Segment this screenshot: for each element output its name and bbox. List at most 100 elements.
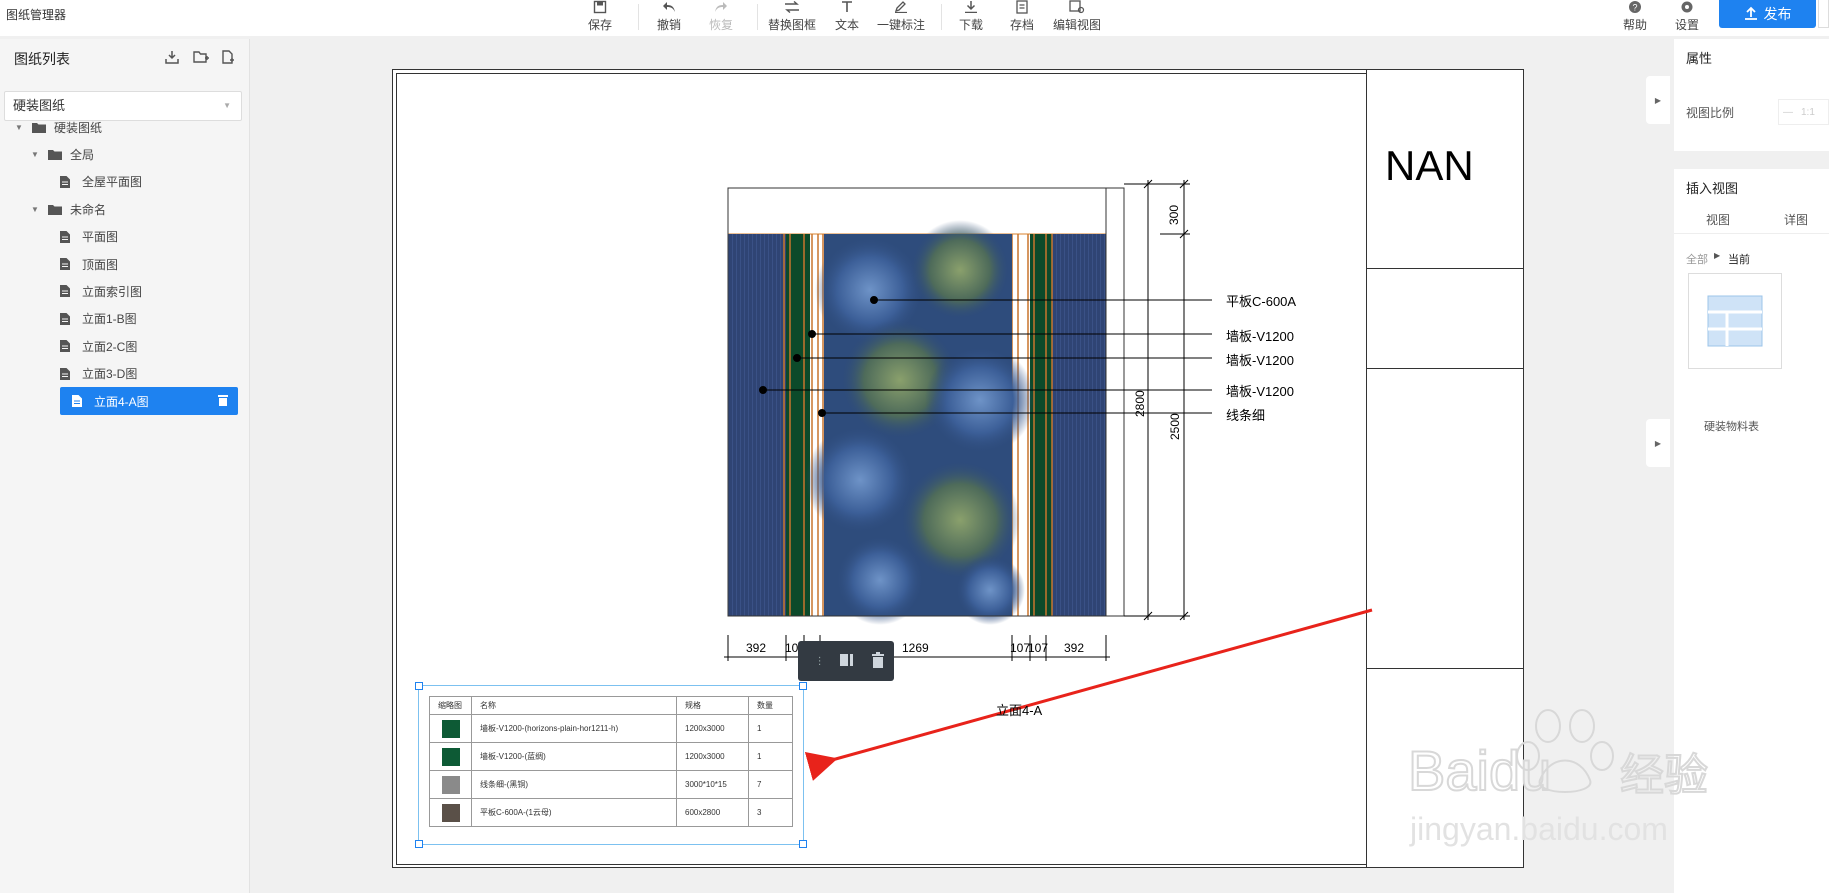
resize-handle[interactable] xyxy=(415,840,423,848)
resize-handle[interactable] xyxy=(799,682,807,690)
breadcrumb-current: 当前 xyxy=(1728,254,1750,266)
material-swatch xyxy=(441,775,460,794)
minus-icon[interactable]: — xyxy=(1783,107,1793,118)
chevron-right-icon: ▶ xyxy=(1654,438,1662,448)
folder-icon xyxy=(48,149,62,160)
cell-qty: 1 xyxy=(748,742,793,771)
table-row: 平板C-600A-(1云母) 600x2800 3 xyxy=(429,798,793,827)
tree-folder[interactable]: ▼ 未命名 xyxy=(30,195,236,223)
material-table-selection[interactable]: 缩略图 名称 规格 数量 墙板-V1200-(horizons-plain-ho… xyxy=(415,682,807,848)
view-caption: 立面4-A xyxy=(996,703,1043,718)
tree-item-label: 顶面图 xyxy=(82,257,119,272)
material-table: 缩略图 名称 规格 数量 墙板-V1200-(horizons-plain-ho… xyxy=(429,696,793,827)
add-file-button[interactable] xyxy=(219,48,237,66)
right-panel: 属性 视图比例 — 1:1 插入视图 视图 详图 全部 ▶ 当前 硬装物料表 xyxy=(1674,39,1829,893)
tree-folder[interactable]: ▼ 硬装图纸 xyxy=(14,113,236,141)
upload-icon xyxy=(1744,6,1758,23)
tree-item-label: 立面3-D图 xyxy=(82,367,138,382)
material-swatch xyxy=(441,803,460,822)
text-icon xyxy=(839,0,855,14)
column-header: 规格 xyxy=(676,696,749,715)
help-button[interactable]: ? 帮助 xyxy=(1622,0,1648,36)
tree-file[interactable]: 平面图 xyxy=(60,223,236,251)
breadcrumb-arrow-icon: ▶ xyxy=(1714,251,1721,260)
edit-table-button[interactable] xyxy=(838,651,856,672)
chevron-right-icon: ▶ xyxy=(1654,95,1662,105)
title-block-text: NAN xyxy=(1385,142,1474,189)
tab-view[interactable]: 视图 xyxy=(1706,211,1730,228)
tree-file[interactable]: 立面4-A图 xyxy=(60,387,238,415)
thumbnail-cell xyxy=(429,770,472,799)
tree-file[interactable]: 立面2-C图 xyxy=(60,332,236,360)
file-icon xyxy=(60,285,74,298)
thumbnail-cell xyxy=(429,714,472,743)
publish-button[interactable]: 发布 xyxy=(1719,0,1816,28)
tree-item-label: 立面1-B图 xyxy=(82,312,137,327)
trash-icon[interactable] xyxy=(218,394,230,408)
undo-button[interactable]: 撤销 xyxy=(657,0,681,36)
tree-item-label: 立面4-A图 xyxy=(94,394,149,409)
more-button[interactable] xyxy=(1818,0,1829,28)
delete-button[interactable] xyxy=(869,651,887,672)
expand-icon[interactable]: ▼ xyxy=(14,123,24,132)
import-button[interactable] xyxy=(163,48,181,66)
resize-handle[interactable] xyxy=(799,840,807,848)
collapse-properties-button[interactable]: ▶ xyxy=(1646,76,1670,124)
callout-label: 墙板-V1200 xyxy=(1226,353,1294,368)
download-button[interactable]: 下载 xyxy=(958,0,984,36)
callout-label: 墙板-V1200 xyxy=(1226,329,1294,344)
expand-icon[interactable]: ▼ xyxy=(30,205,40,214)
breadcrumb-all[interactable]: 全部 xyxy=(1686,251,1708,267)
redo-icon xyxy=(713,0,729,14)
thumbnail-label: 硬装物料表 xyxy=(1704,421,1759,433)
tree-file[interactable]: 立面索引图 xyxy=(60,277,236,305)
insert-view-panel: 插入视图 视图 详图 全部 ▶ 当前 硬装物料表 xyxy=(1674,169,1829,893)
tree-file[interactable]: 全屋平面图 xyxy=(60,168,236,196)
table-icon xyxy=(1707,295,1763,347)
help-icon: ? xyxy=(1627,0,1643,14)
tree-file[interactable]: 顶面图 xyxy=(60,250,236,278)
tree-file[interactable]: 立面1-B图 xyxy=(60,305,236,333)
tab-detail[interactable]: 详图 xyxy=(1784,211,1808,228)
dimension-label: 392 xyxy=(746,641,767,655)
resize-handle[interactable] xyxy=(415,682,423,690)
material-table-thumbnail[interactable] xyxy=(1688,273,1782,369)
title-block: NAN xyxy=(1366,69,1524,868)
cell-spec: 600x2800 xyxy=(676,798,749,827)
cell-name: 线条细-(黑铜) xyxy=(471,770,677,799)
settings-button[interactable]: 设置 xyxy=(1674,0,1700,36)
cell-spec: 3000*10*15 xyxy=(676,770,749,799)
replace-frame-button[interactable]: 替换图框 xyxy=(768,0,816,36)
dimension-label: 2500 xyxy=(1168,413,1182,440)
tree-folder[interactable]: ▼ 全局 xyxy=(30,140,236,168)
thumbnail-cell xyxy=(429,742,472,771)
archive-icon xyxy=(1014,0,1030,14)
add-folder-icon xyxy=(193,51,209,63)
swap-icon xyxy=(784,0,800,14)
collapse-insert-view-button[interactable]: ▶ xyxy=(1646,419,1670,467)
dimension-label: 2800 xyxy=(1133,390,1147,417)
app-title: 图纸管理器 xyxy=(6,8,67,22)
add-folder-button[interactable] xyxy=(192,48,210,66)
drag-handle-icon[interactable]: ⋮ xyxy=(815,656,825,667)
auto-annotate-button[interactable]: 一键标注 xyxy=(876,0,926,36)
save-button[interactable]: 保存 xyxy=(588,0,612,36)
file-icon xyxy=(60,175,74,188)
trash-icon xyxy=(872,651,885,668)
expand-icon[interactable]: ▼ xyxy=(30,150,40,159)
text-button[interactable]: 文本 xyxy=(834,0,860,36)
view-scale-stepper[interactable]: — 1:1 xyxy=(1778,99,1829,125)
cell-spec: 1200x3000 xyxy=(676,742,749,771)
archive-button[interactable]: 存档 xyxy=(1009,0,1035,36)
column-header: 名称 xyxy=(471,696,677,715)
properties-title: 属性 xyxy=(1686,51,1713,66)
pencil-icon xyxy=(893,0,909,14)
folder-icon xyxy=(48,204,62,215)
undo-icon xyxy=(661,0,677,14)
edit-view-button[interactable]: 编辑视图 xyxy=(1053,0,1101,36)
tree-file[interactable]: 立面3-D图 xyxy=(60,360,236,388)
tree-item-label: 立面2-C图 xyxy=(82,339,138,354)
tree-item-label: 全屋平面图 xyxy=(82,175,143,190)
tree-item-label: 全局 xyxy=(70,147,95,162)
redo-button[interactable]: 恢复 xyxy=(709,0,733,36)
